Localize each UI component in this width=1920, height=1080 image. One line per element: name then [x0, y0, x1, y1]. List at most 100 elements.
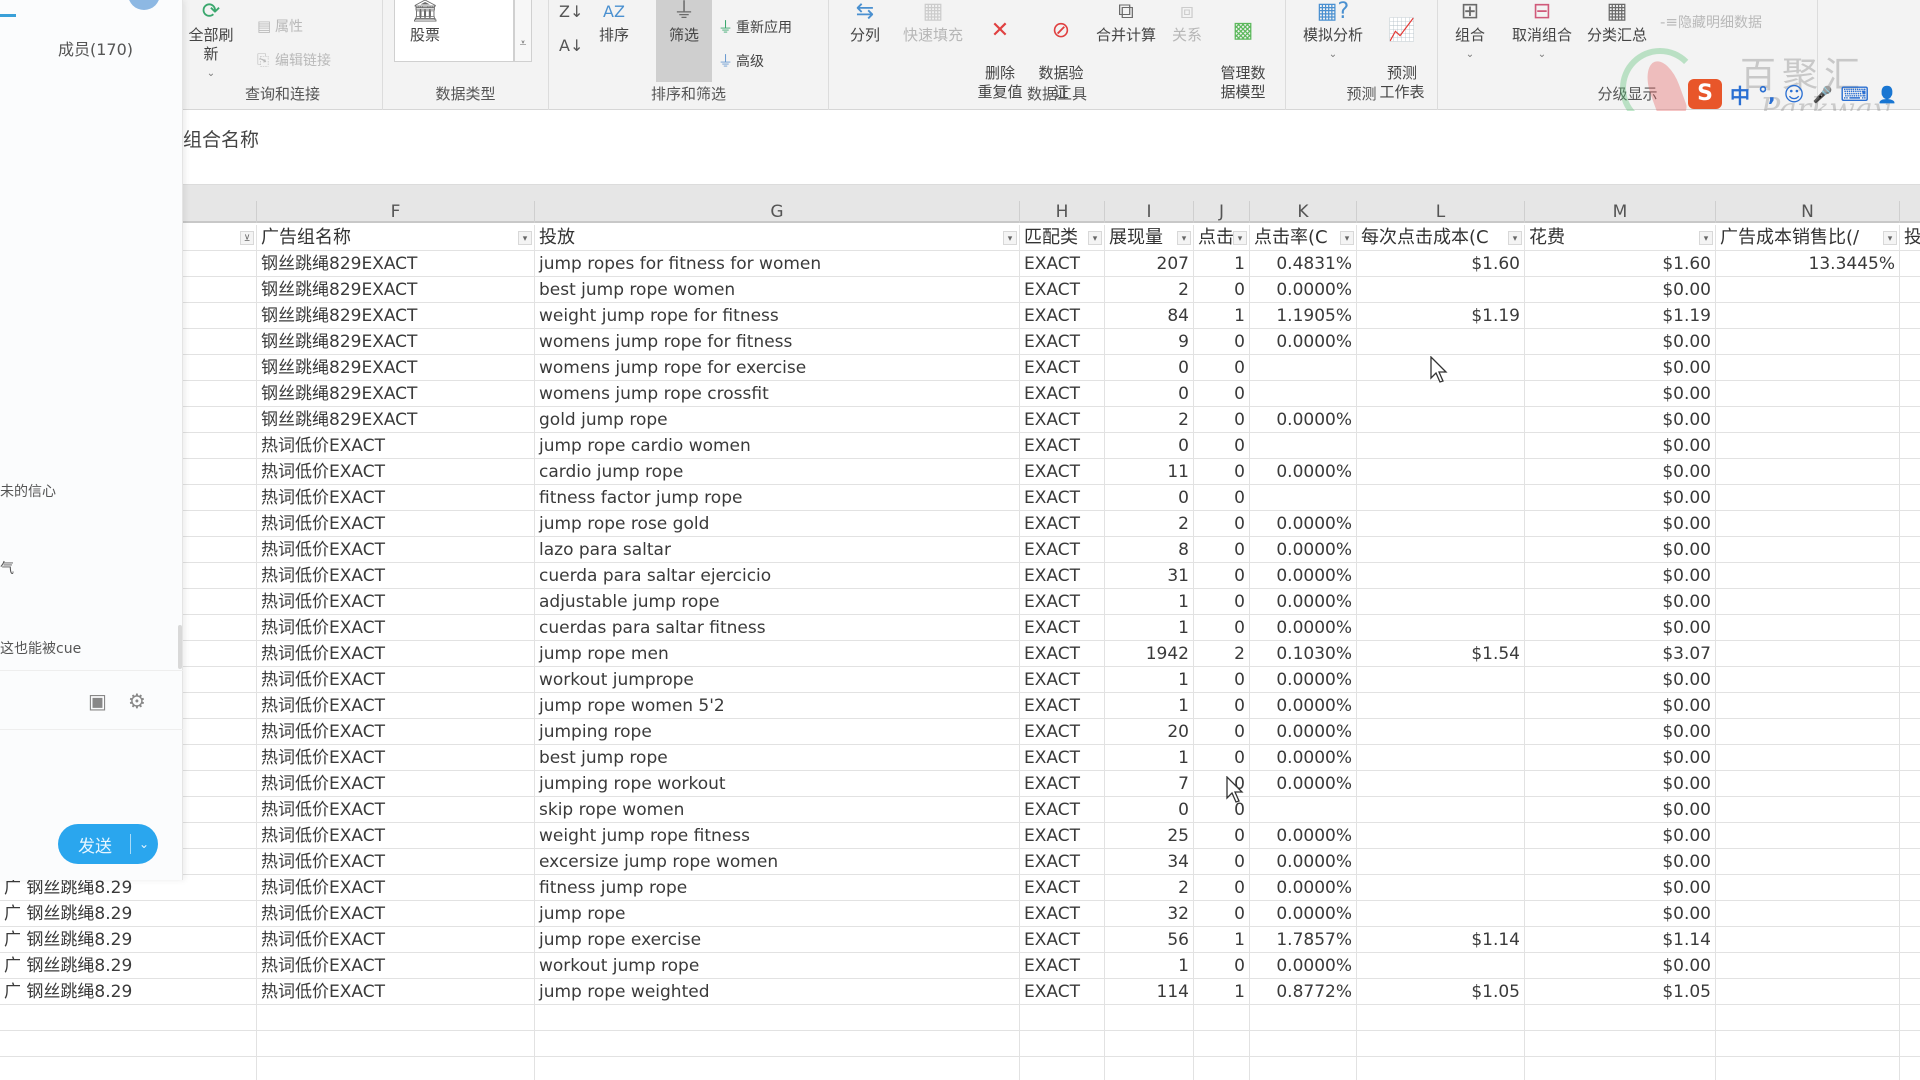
cell[interactable]: 热词低价EXACT [257, 641, 535, 667]
cell-o[interactable] [1900, 641, 1920, 667]
cell[interactable] [1250, 381, 1357, 407]
cell[interactable] [1357, 875, 1525, 901]
cell[interactable] [1716, 1057, 1900, 1080]
cell[interactable]: cardio jump rope [535, 459, 1020, 485]
table-row[interactable]: 热词低价EXACT cardio jump rope EXACT 11 0 0.0000%… [0, 459, 1920, 485]
cell[interactable] [1357, 433, 1525, 459]
cell[interactable]: fitness factor jump rope [535, 485, 1020, 511]
sort-button[interactable]: AZ 排序 [591, 0, 637, 45]
cell[interactable]: $0.00 [1525, 953, 1716, 979]
sogou-logo-icon[interactable]: S [1688, 79, 1722, 109]
cell[interactable] [1357, 849, 1525, 875]
cell[interactable] [535, 1005, 1020, 1031]
cell[interactable]: 0 [1194, 329, 1250, 355]
cell[interactable]: 0.0000% [1250, 875, 1357, 901]
cell[interactable]: weight jump rope for fitness [535, 303, 1020, 329]
ime-emoji-icon[interactable]: ☺ [1784, 82, 1805, 106]
cell[interactable]: 1 [1105, 615, 1194, 641]
cell[interactable]: 热词低价EXACT [257, 433, 535, 459]
cell[interactable]: gold jump rope [535, 407, 1020, 433]
cell[interactable] [1525, 1031, 1716, 1057]
cell[interactable]: $1.54 [1357, 641, 1525, 667]
cell[interactable] [1357, 901, 1525, 927]
cell[interactable] [1357, 823, 1525, 849]
ime-chinese-mode[interactable]: 中 [1730, 80, 1750, 109]
cell[interactable] [1716, 1005, 1900, 1031]
table-row[interactable]: 广 钢丝跳绳8.29 热词低价EXACT fitness jump rope EXAC… [0, 875, 1920, 901]
cell[interactable] [1357, 745, 1525, 771]
cell[interactable]: EXACT [1020, 433, 1105, 459]
cell-o[interactable] [1900, 485, 1920, 511]
cell[interactable]: 钢丝跳绳829EXACT [257, 277, 535, 303]
cell[interactable] [1716, 927, 1900, 953]
cell[interactable] [0, 1031, 257, 1057]
cell-o[interactable] [1900, 615, 1920, 641]
cell[interactable]: 0.0000% [1250, 693, 1357, 719]
cell[interactable]: 0 [1194, 901, 1250, 927]
cell[interactable] [1357, 459, 1525, 485]
cell[interactable] [1716, 615, 1900, 641]
cell[interactable]: 1 [1105, 745, 1194, 771]
cell[interactable]: 2 [1105, 277, 1194, 303]
ungroup-button[interactable]: ⊟ 取消组合 ⌄ [1508, 0, 1576, 64]
cell[interactable]: $0.00 [1525, 797, 1716, 823]
cell[interactable] [1716, 823, 1900, 849]
cell[interactable]: $0.00 [1525, 901, 1716, 927]
chat-scrollbar[interactable] [178, 625, 182, 669]
cell[interactable] [1357, 277, 1525, 303]
cell[interactable]: 31 [1105, 563, 1194, 589]
properties-button[interactable]: ▤ 属性 [257, 16, 303, 36]
cell[interactable]: 热词低价EXACT [257, 459, 535, 485]
cell[interactable]: EXACT [1020, 901, 1105, 927]
cell[interactable] [1357, 381, 1525, 407]
column-header[interactable]: 展现量 ▾ [1105, 225, 1194, 251]
cell[interactable]: 207 [1105, 251, 1194, 277]
cell[interactable]: $0.00 [1525, 459, 1716, 485]
table-row[interactable]: 热词低价EXACT lazo para saltar EXACT 8 0 0.0000% $… [0, 537, 1920, 563]
cell[interactable]: 0.0000% [1250, 849, 1357, 875]
formula-bar[interactable]: 组合名称 [183, 111, 1920, 185]
cell[interactable]: best jump rope women [535, 277, 1020, 303]
cell[interactable]: 0 [1194, 953, 1250, 979]
cell[interactable]: womens jump rope crossfit [535, 381, 1020, 407]
cell[interactable]: 34 [1105, 849, 1194, 875]
cell[interactable]: womens jump rope for fitness [535, 329, 1020, 355]
cell[interactable]: EXACT [1020, 615, 1105, 641]
stock-data-type-gallery[interactable]: 🏛 股票 [394, 0, 514, 62]
cell[interactable]: EXACT [1020, 303, 1105, 329]
cell[interactable]: 热词低价EXACT [257, 927, 535, 953]
column-letter-g[interactable]: G [535, 201, 1020, 223]
cell[interactable] [1716, 589, 1900, 615]
cell[interactable] [1250, 1005, 1357, 1031]
cell[interactable] [1900, 1057, 1920, 1080]
cell[interactable]: cuerda para saltar ejercicio [535, 563, 1020, 589]
cell[interactable]: 0 [1194, 849, 1250, 875]
chat-history-icon[interactable]: ▣ [88, 689, 107, 713]
cell-o[interactable] [1900, 511, 1920, 537]
empty-row[interactable] [0, 1057, 1920, 1080]
cell[interactable]: EXACT [1020, 537, 1105, 563]
cell[interactable]: EXACT [1020, 485, 1105, 511]
cell[interactable]: 56 [1105, 927, 1194, 953]
table-row[interactable]: 热词低价EXACT workout jumprope EXACT 1 0 0.0000% $… [0, 667, 1920, 693]
cell[interactable]: weight jump rope fitness [535, 823, 1020, 849]
cell[interactable] [1357, 537, 1525, 563]
cell[interactable]: 热词低价EXACT [257, 901, 535, 927]
cell-o[interactable] [1900, 381, 1920, 407]
cell[interactable]: EXACT [1020, 771, 1105, 797]
cell-o[interactable] [1900, 329, 1920, 355]
cell[interactable] [1250, 433, 1357, 459]
cell[interactable] [1716, 797, 1900, 823]
cell[interactable]: 32 [1105, 901, 1194, 927]
cell[interactable] [1194, 1057, 1250, 1080]
ime-voice-icon[interactable]: 🎤 [1812, 85, 1832, 104]
cell[interactable]: EXACT [1020, 953, 1105, 979]
table-row[interactable]: 钢丝跳绳829EXACT jump ropes for fitness for w… [0, 251, 1920, 277]
cell[interactable] [0, 1005, 257, 1031]
cell[interactable] [1716, 381, 1900, 407]
cell-o[interactable] [1900, 433, 1920, 459]
column-header[interactable]: 花费 ▾ [1525, 225, 1716, 251]
cell[interactable]: 热词低价EXACT [257, 771, 535, 797]
cell[interactable] [1020, 1005, 1105, 1031]
cell-o[interactable] [1900, 745, 1920, 771]
